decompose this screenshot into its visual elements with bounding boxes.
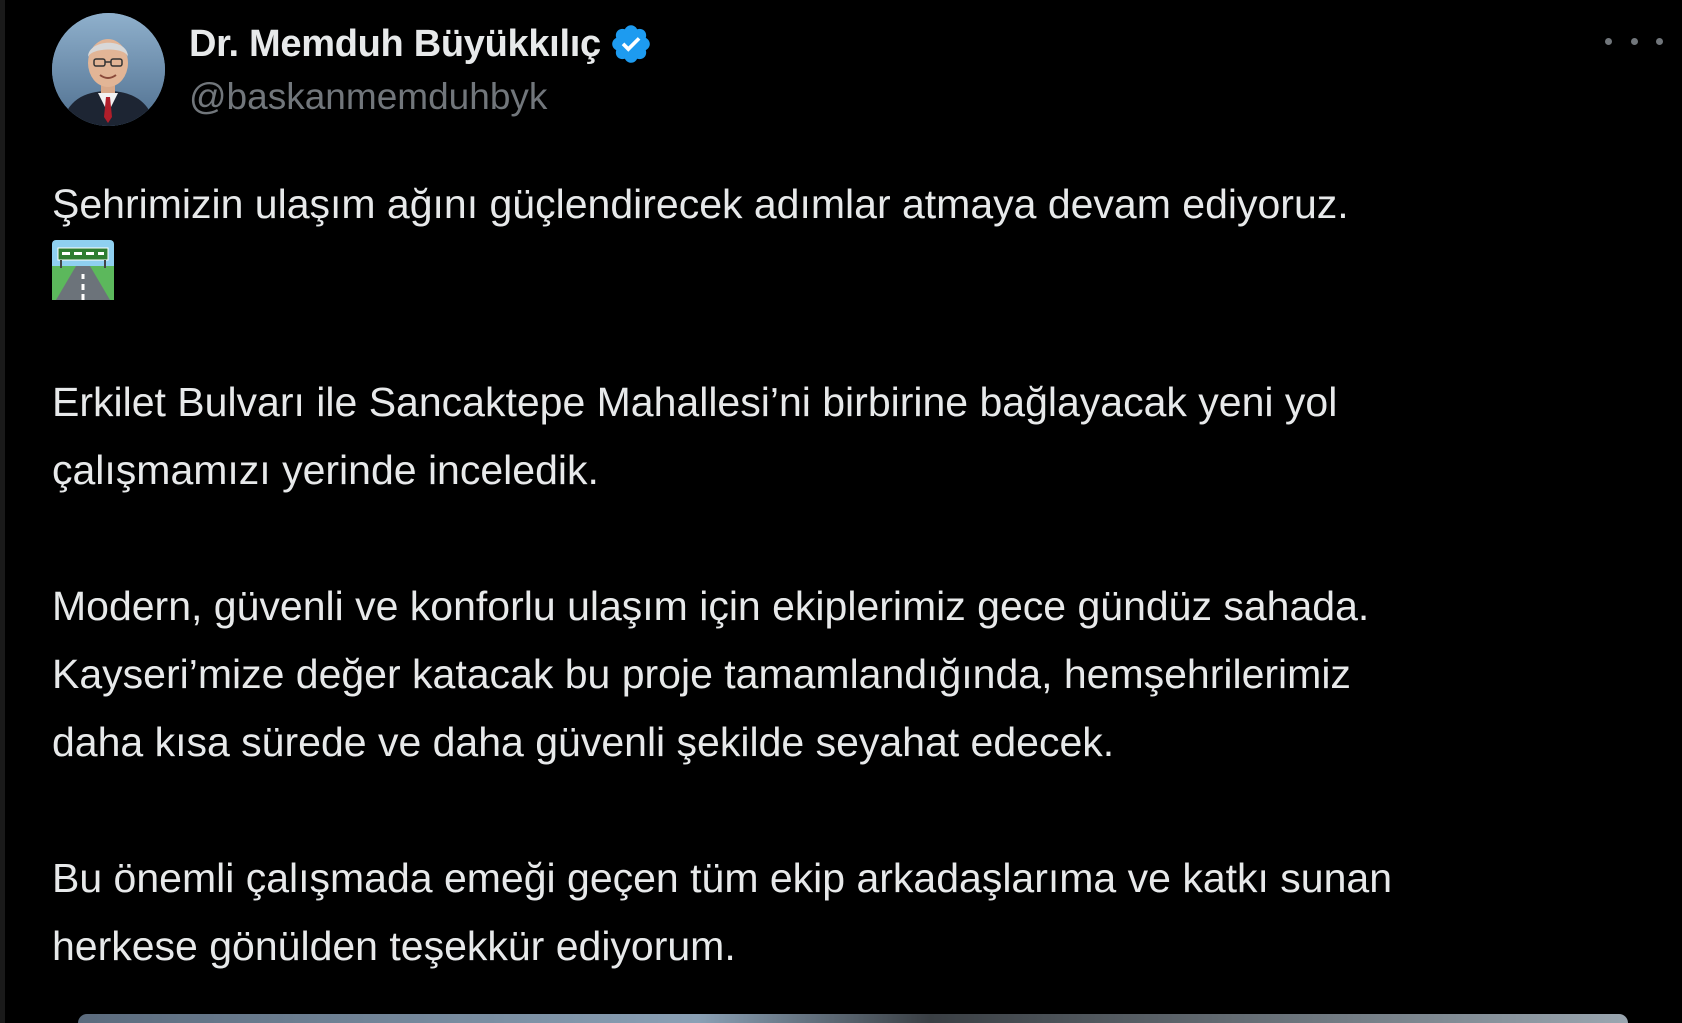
motorway-emoji-icon (52, 240, 114, 300)
tweet-line: herkese gönülden teşekkür ediyorum. (52, 923, 736, 969)
author-display-name[interactable]: Dr. Memduh Büyükkılıç (189, 23, 601, 66)
avatar[interactable] (52, 13, 165, 126)
tweet-line: Erkilet Bulvarı ile Sancaktepe Mahallesi… (52, 379, 1338, 425)
more-dot (1630, 37, 1638, 45)
author-handle[interactable]: @baskanmemduhbyk (189, 76, 653, 118)
tweet-line: Modern, güvenli ve konforlu ulaşım için … (52, 583, 1370, 629)
author-info: Dr. Memduh Büyükkılıç @baskanmemduhbyk (189, 16, 653, 118)
more-dot (1605, 37, 1612, 45)
tweet-line: daha kısa sürede ve daha güvenli şekilde… (52, 719, 1115, 765)
tweet-text: Şehrimizin ulaşım ağını güçlendirecek ad… (52, 170, 1662, 980)
left-border (0, 0, 5, 1023)
more-dot (1656, 37, 1663, 45)
tweet-line: Şehrimizin ulaşım ağını güçlendirecek ad… (52, 181, 1349, 227)
verified-badge-icon (609, 22, 653, 66)
tweet-line: Bu önemli çalışmada emeği geçen tüm ekip… (52, 855, 1393, 901)
tweet-line: çalışmamızı yerinde inceledik. (52, 447, 599, 493)
tweet-media-preview[interactable] (78, 1014, 1628, 1023)
tweet-line: Kayseri’mize değer katacak bu proje tama… (52, 651, 1351, 697)
more-horizontal-icon[interactable] (1605, 26, 1663, 56)
